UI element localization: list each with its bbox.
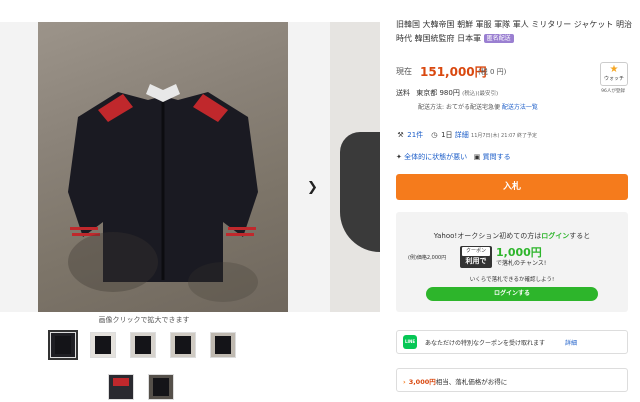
line-coupon-row[interactable]: LINE あなただけの特別なクーポンを受け取れます 詳細 — [396, 330, 628, 354]
login-promo-box: Yahoo!オークション初めての方はログインすると (例)価格2,000円 クー… — [396, 212, 628, 312]
savings-label: 相当、落札価格がお得に — [435, 378, 508, 386]
promo-subline: いくらで落札できるか確認しよう! — [469, 277, 555, 283]
anonymous-shipping-badge: 匿名配送 — [483, 34, 514, 43]
auction-meta: ⚒ 21件 ◷ 1日 詳細 11月7日(木) 21:07 終了予定 — [396, 130, 632, 140]
hammer-icon: ⚒ — [397, 131, 404, 139]
line-coupon-text: あなただけの特別なクーポンを受け取れます — [425, 340, 546, 347]
next-image-arrow-icon[interactable]: ❯ — [300, 177, 322, 199]
thumbnail-6[interactable] — [108, 374, 134, 400]
promo-headline: Yahoo!オークション初めての方はログインすると — [396, 231, 628, 241]
thumbnail-5[interactable] — [210, 332, 236, 358]
line-icon: LINE — [403, 335, 417, 349]
current-price: 151,000円 — [420, 65, 487, 79]
shipping-label: 送料 — [396, 89, 410, 97]
shipping-row: 送料 東京都 980円 (税込)(最安引) — [396, 88, 498, 98]
main-product-image[interactable] — [38, 22, 288, 312]
promo-headline-login: ログイン — [541, 232, 570, 240]
login-button[interactable]: ログインする — [426, 287, 598, 301]
promo-headline-suffix: すると — [569, 232, 591, 240]
savings-text: › 3,000円相当、落札価格がお得に — [403, 376, 507, 386]
thumbnail-1[interactable] — [48, 330, 78, 360]
watch-button[interactable]: ★ ウォッチ 96人が登録 — [600, 62, 630, 96]
shipping-cost: 980円 — [439, 89, 460, 97]
time-left: 1日 — [441, 131, 453, 139]
watch-count: 96人が登録 — [601, 89, 625, 94]
clock-icon: ◷ — [431, 131, 438, 139]
promo-headline-prefix: Yahoo!オークション初めての方は — [433, 232, 542, 240]
shipping-method-label: 配送方法: — [418, 104, 445, 111]
shipping-methods-link[interactable]: 配送方法一覧 — [502, 104, 538, 111]
savings-amount: 3,000円 — [408, 378, 436, 386]
thumbnail-3[interactable] — [130, 332, 156, 358]
thumbnail-2[interactable] — [90, 332, 116, 358]
price-label: 現在 — [396, 67, 412, 76]
coupon-tag: クーポン 利用で — [460, 246, 492, 268]
sparkle-icon: ✦ — [396, 153, 402, 161]
chat-icon: ▣ — [473, 153, 481, 161]
thumbnail-4[interactable] — [170, 332, 196, 358]
shipping-method-row: 配送方法: おてがる配送宅急便 配送方法一覧 — [418, 102, 538, 111]
watch-label: ウォッチ — [603, 76, 624, 82]
condition-row: ✦ 全体的に状態が悪い ▣ 質問する — [396, 152, 632, 162]
detail-link[interactable]: 詳細 — [455, 131, 469, 139]
star-icon: ★ — [609, 64, 619, 75]
next-image-preview[interactable] — [330, 22, 380, 312]
question-link[interactable]: 質問する — [483, 153, 511, 161]
coupon-tag-top: クーポン — [462, 247, 490, 256]
image-gallery: ❯ — [0, 22, 380, 312]
end-time: 11月7日(木) 21:07 終了予定 — [471, 133, 538, 139]
condition-link[interactable]: 全体的に状態が悪い — [404, 153, 467, 161]
gallery-caption: 画像クリックで拡大できます — [98, 316, 190, 324]
bid-button[interactable]: 入札 — [396, 174, 628, 200]
shipping-destination[interactable]: 東京都 — [416, 89, 437, 97]
price-tax: (税 0 円) — [478, 68, 507, 76]
promo-example-price: (例)価格2,000円 — [408, 255, 447, 261]
savings-row[interactable]: › 3,000円相当、落札価格がお得に — [396, 368, 628, 392]
thumbnail-7[interactable] — [148, 374, 174, 400]
shipping-note: (税込)(最安引) — [462, 91, 499, 97]
line-coupon-detail-link[interactable]: 詳細 — [565, 338, 577, 347]
coupon-tag-bottom: 利用で — [465, 257, 487, 265]
item-title: 旧韓国 大韓帝国 朝鮮 軍服 軍隊 軍人 ミリタリー ジャケット 明治時代 韓国… — [396, 18, 632, 46]
chevron-right-icon: › — [403, 378, 406, 386]
shipping-method: おてがる配送宅急便 — [445, 104, 500, 111]
promo-amount-sub: で落札のチャンス! — [496, 260, 547, 267]
item-title-text: 旧韓国 大韓帝国 朝鮮 軍服 軍隊 軍人 ミリタリー ジャケット 明治時代 韓国… — [396, 20, 632, 43]
bid-count-link[interactable]: 21件 — [407, 131, 423, 139]
